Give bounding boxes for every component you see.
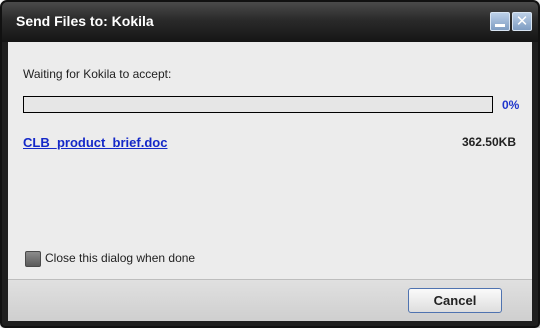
dialog-footer: Cancel (8, 279, 532, 321)
dialog-body: Waiting for Kokila to accept: 0% CLB_pro… (8, 42, 532, 279)
close-when-done-label[interactable]: Close this dialog when done (45, 251, 195, 265)
cancel-button[interactable]: Cancel (408, 288, 502, 313)
file-name-link[interactable]: CLB_product_brief.doc (23, 135, 167, 150)
file-size: 362.50KB (461, 135, 516, 149)
progress-percent: 0% (502, 98, 520, 112)
minimize-icon (495, 24, 505, 27)
dialog-title: Send Files to: Kokila (16, 13, 154, 29)
send-files-dialog: Send Files to: Kokila ✕ Waiting for Koki… (0, 0, 540, 328)
title-bar[interactable]: Send Files to: Kokila ✕ (2, 2, 538, 42)
close-button[interactable]: ✕ (512, 12, 532, 31)
minimize-button[interactable] (490, 12, 510, 31)
progress-bar (23, 96, 493, 113)
close-icon: ✕ (515, 13, 529, 30)
close-when-done-checkbox[interactable] (25, 251, 41, 267)
status-text: Waiting for Kokila to accept: (23, 67, 172, 81)
